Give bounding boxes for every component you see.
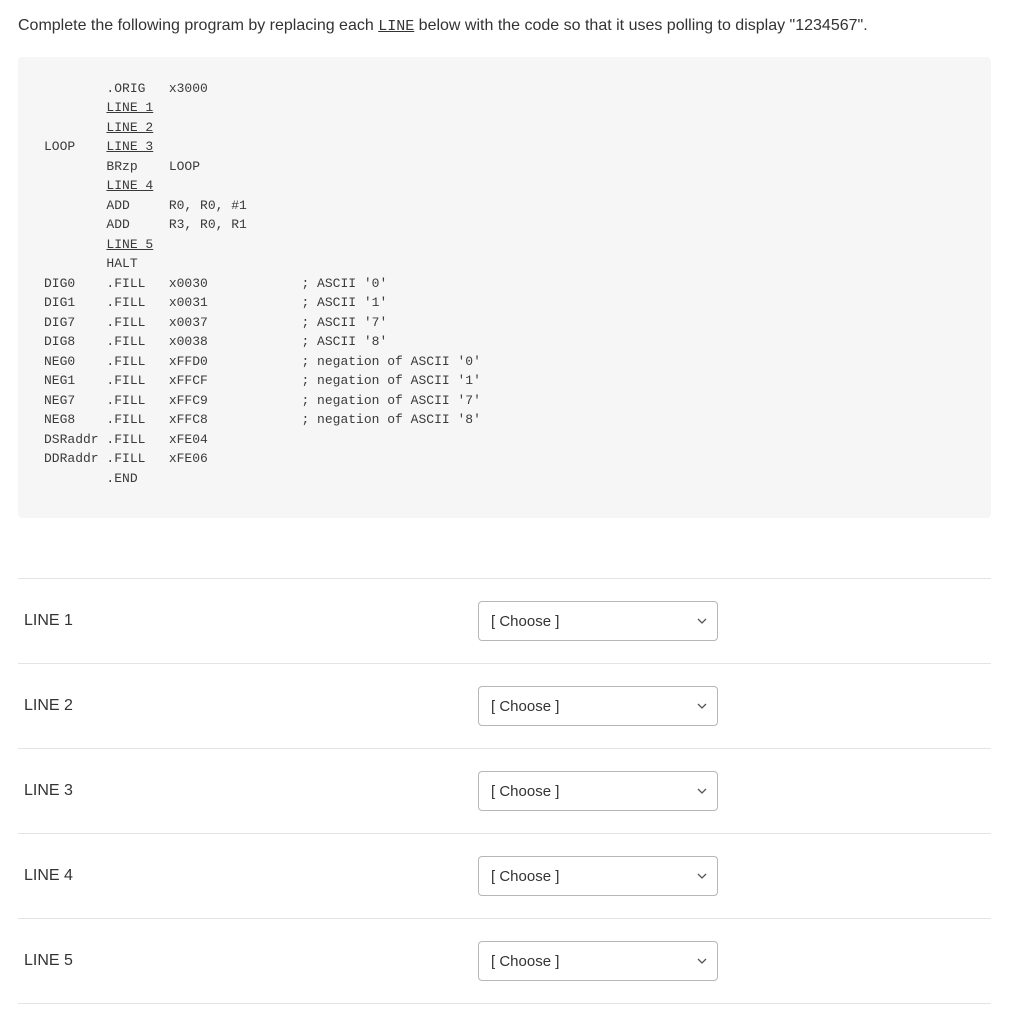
question-prefix: Complete the following program by replac…	[18, 17, 378, 34]
answer-select[interactable]: [ Choose ]	[478, 941, 718, 981]
answer-select[interactable]: [ Choose ]	[478, 686, 718, 726]
answer-label: LINE 5	[18, 952, 478, 970]
answer-label: LINE 1	[18, 612, 478, 630]
answer-label: LINE 2	[18, 697, 478, 715]
answer-row: LINE 5[ Choose ]	[18, 919, 991, 1004]
answer-select[interactable]: [ Choose ]	[478, 856, 718, 896]
answer-row: LINE 1[ Choose ]	[18, 578, 991, 664]
question-code-word: LINE	[378, 18, 414, 35]
code-block: .ORIG x3000 LINE 1 LINE 2 LOOP LINE 3 BR…	[18, 57, 991, 519]
answer-select[interactable]: [ Choose ]	[478, 771, 718, 811]
answer-row: LINE 2[ Choose ]	[18, 664, 991, 749]
answer-row: LINE 3[ Choose ]	[18, 749, 991, 834]
question-suffix: below with the code so that it uses poll…	[414, 17, 867, 34]
answers-container: LINE 1[ Choose ]LINE 2[ Choose ]LINE 3[ …	[18, 578, 991, 1004]
question-text: Complete the following program by replac…	[18, 14, 991, 39]
answer-label: LINE 4	[18, 867, 478, 885]
answer-row: LINE 4[ Choose ]	[18, 834, 991, 919]
answer-select[interactable]: [ Choose ]	[478, 601, 718, 641]
answer-label: LINE 3	[18, 782, 478, 800]
